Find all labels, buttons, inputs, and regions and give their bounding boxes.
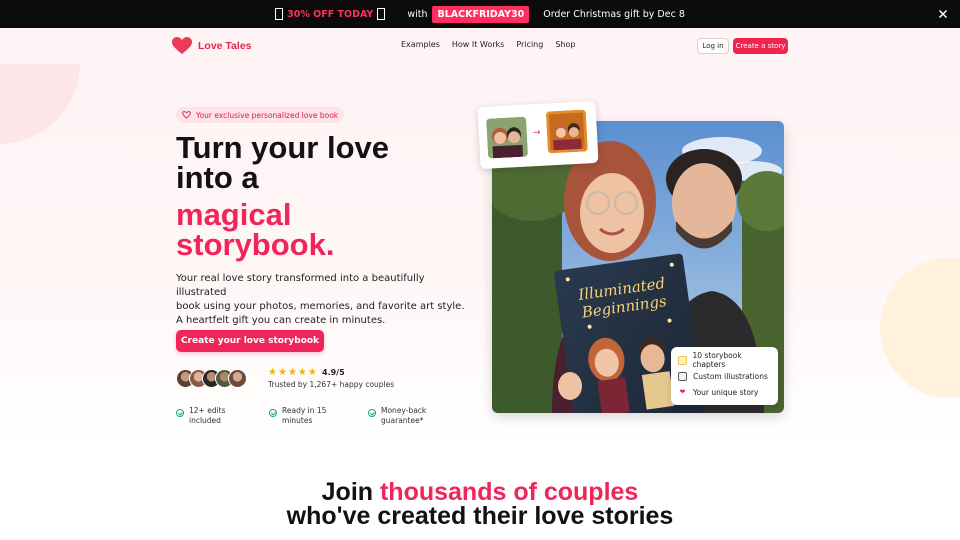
included-feature-row: ❤ Your unique story [678, 384, 771, 400]
decorative-blob [880, 258, 960, 398]
rating-stars: ★ ★ ★ ★ ★ [268, 367, 317, 378]
feature-edits: 12+ edits included [176, 406, 226, 426]
main-nav: Examples How It Works Pricing Shop [401, 40, 575, 49]
heart-outline-icon [182, 111, 191, 119]
before-after-card: → [477, 100, 599, 170]
included-feature-row: Custom illustrations [678, 368, 771, 384]
hero-title-line: Turn your love [176, 130, 390, 165]
create-love-storybook-button[interactable]: Create your love storybook [176, 330, 324, 352]
hero-description-line: book using your photos, memories, and fa… [176, 301, 465, 312]
check-circle-icon [176, 409, 184, 417]
included-feature-text: Your unique story [693, 387, 759, 397]
promo-code: BLACKFRIDAY30 [432, 5, 530, 23]
hero-description-line: Your real love story transformed into a … [176, 273, 425, 298]
check-circle-icon [368, 409, 376, 417]
promo-bar: 30% OFF TODAY with BLACKFRIDAY30 Order C… [0, 0, 960, 28]
nav-shop[interactable]: Shop [555, 40, 575, 49]
hero-title-highlight: magical storybook. [176, 197, 335, 262]
book-icon [678, 355, 687, 365]
brand-logo[interactable]: Love Tales [172, 37, 252, 55]
tag-icon [275, 8, 284, 20]
feature-line: minutes [282, 416, 313, 425]
star-icon: ★ [297, 367, 307, 378]
hero-title: Turn your love into a [176, 130, 390, 195]
hero-badge-text: Your exclusive personalized love book [196, 110, 339, 120]
feature-line: 12+ edits [189, 406, 226, 415]
feature-guarantee: Money-back guarantee* [368, 406, 426, 426]
illustrated-thumbnail [545, 109, 588, 154]
star-icon: ★ [307, 367, 317, 378]
login-button[interactable]: Log in [697, 38, 729, 54]
hero-title-highlight-line: storybook. [176, 227, 335, 262]
nav-examples[interactable]: Examples [401, 40, 440, 49]
brand-name: Love Tales [198, 40, 252, 52]
join-heading-line: Join thousands of couples [0, 480, 960, 505]
hero-title-highlight-line: magical [176, 197, 292, 232]
hero-title-line: into a [176, 160, 259, 195]
feature-line: Money-back [381, 406, 427, 415]
nav-pricing[interactable]: Pricing [516, 40, 543, 49]
feature-line: guarantee* [381, 416, 424, 425]
feature-ready: Ready in 15 minutes [269, 406, 326, 426]
heart-logo-icon [172, 37, 192, 54]
original-photo-thumbnail [486, 116, 529, 159]
decorative-blob [0, 64, 80, 144]
tag-icon [377, 8, 386, 20]
close-icon[interactable] [936, 7, 950, 21]
hero-description-line: A heartfelt gift you can create in minut… [176, 315, 386, 326]
check-circle-icon [269, 409, 277, 417]
trusted-text: Trusted by 1,267+ happy couples [268, 380, 395, 389]
star-icon: ★ [277, 367, 287, 378]
hero-description: Your real love story transformed into a … [176, 272, 466, 328]
join-heading-line: who've created their love stories [286, 502, 674, 530]
star-icon: ★ [268, 367, 277, 378]
promo-discount: 30% OFF TODAY [287, 8, 374, 20]
included-feature-row: 10 storybook chapters [678, 351, 771, 369]
hero-badge: Your exclusive personalized love book [176, 107, 345, 123]
heart-icon: ❤ [679, 388, 686, 396]
customer-avatars [176, 369, 247, 388]
feature-line: Ready in 15 [282, 406, 327, 415]
included-features-card: 10 storybook chapters Custom illustratio… [671, 347, 778, 405]
palette-icon [678, 371, 687, 381]
arrow-right-icon: → [532, 127, 541, 139]
promo-with: with [407, 8, 428, 20]
nav-how-it-works[interactable]: How It Works [452, 40, 504, 49]
included-feature-text: 10 storybook chapters [692, 351, 742, 369]
join-heading: Join thousands of couples who've created… [0, 480, 960, 530]
create-story-button[interactable]: Create a story [733, 38, 788, 54]
promo-order-deadline: Order Christmas gift by Dec 8 [543, 8, 685, 20]
rating-value: 4.9/5 [322, 368, 345, 377]
star-icon: ★ [287, 367, 297, 378]
avatar [228, 369, 247, 388]
included-feature-text: Custom illustrations [693, 371, 768, 381]
feature-line: included [189, 416, 221, 425]
site-header: Love Tales Examples How It Works Pricing… [0, 28, 960, 64]
